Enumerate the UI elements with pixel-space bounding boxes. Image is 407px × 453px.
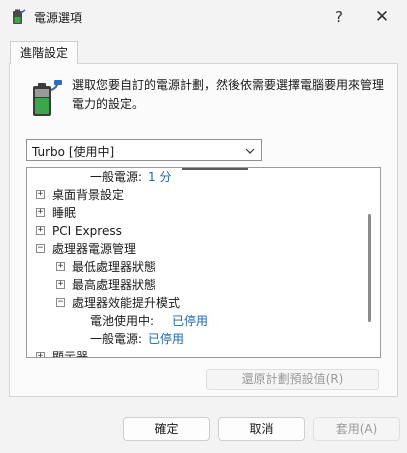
settings-tree[interactable]: 一般電源: 1 分 + 桌面背景設定 + 睡眠 + PCI Express − … (26, 167, 381, 358)
power-plan-selected-value: Turbo [使用中] (32, 145, 115, 159)
tree-setting-label: 電池使用中: (90, 314, 155, 328)
chevron-down-icon (245, 148, 255, 154)
tree-item-label: 處理器電源管理 (52, 242, 137, 256)
tree-row-label: 一般電源: (90, 170, 143, 184)
expand-icon[interactable]: + (36, 352, 45, 357)
help-button[interactable]: ? (328, 6, 350, 28)
expand-icon[interactable]: + (36, 208, 45, 217)
tree-item-label: 處理器效能提升模式 (72, 296, 181, 310)
title-bar: 電源選項 ? ✕ (0, 0, 407, 34)
expand-icon[interactable]: + (56, 280, 65, 289)
plan-description: 選取您要自訂的電源計劃，然後依需要選擇電腦要用來管理電力的設定。 (72, 78, 385, 111)
power-plan-select[interactable]: Turbo [使用中] (26, 139, 262, 161)
power-options-app-icon (13, 9, 26, 24)
tree-item-label: 最低處理器狀態 (72, 260, 157, 274)
tree-item-label: 桌面背景設定 (52, 188, 125, 202)
tab-advanced-settings[interactable]: 進階設定 (10, 41, 78, 64)
apply-button[interactable]: 套用(A) (313, 417, 400, 441)
tree-row-value[interactable]: 1 分 (148, 168, 171, 186)
tree-setting-label: 一般電源: (90, 332, 143, 346)
expand-icon[interactable]: + (36, 226, 45, 235)
expand-icon[interactable]: + (36, 190, 45, 199)
tree-scrollbar-thumb[interactable] (368, 214, 371, 322)
tree-setting-value[interactable]: 已停用 (148, 330, 184, 348)
cancel-button[interactable]: 取消 (218, 417, 305, 441)
tree-item-label: 顯示器 (52, 350, 89, 358)
restore-plan-defaults-button[interactable]: 還原計劃預設值(R) (206, 369, 379, 390)
power-options-window: 電源選項 ? ✕ 進階設定 選取您要自訂的電源計劃，然後依需要選擇電腦要用來管理… (0, 0, 407, 453)
collapse-icon[interactable]: − (56, 298, 65, 307)
tree-scroll-remnant (182, 168, 248, 170)
expand-icon[interactable]: + (56, 262, 65, 271)
close-button[interactable]: ✕ (371, 6, 393, 28)
window-title: 電源選項 (34, 11, 83, 25)
battery-plug-icon (33, 80, 62, 116)
tree-item-label: 睡眠 (52, 206, 77, 220)
tree-item-label: 最高處理器狀態 (72, 278, 157, 292)
collapse-icon[interactable]: − (36, 244, 45, 253)
tree-setting-value[interactable]: 已停用 (172, 312, 208, 330)
ok-button[interactable]: 確定 (123, 417, 210, 441)
tree-item-label: PCI Express (52, 224, 122, 238)
